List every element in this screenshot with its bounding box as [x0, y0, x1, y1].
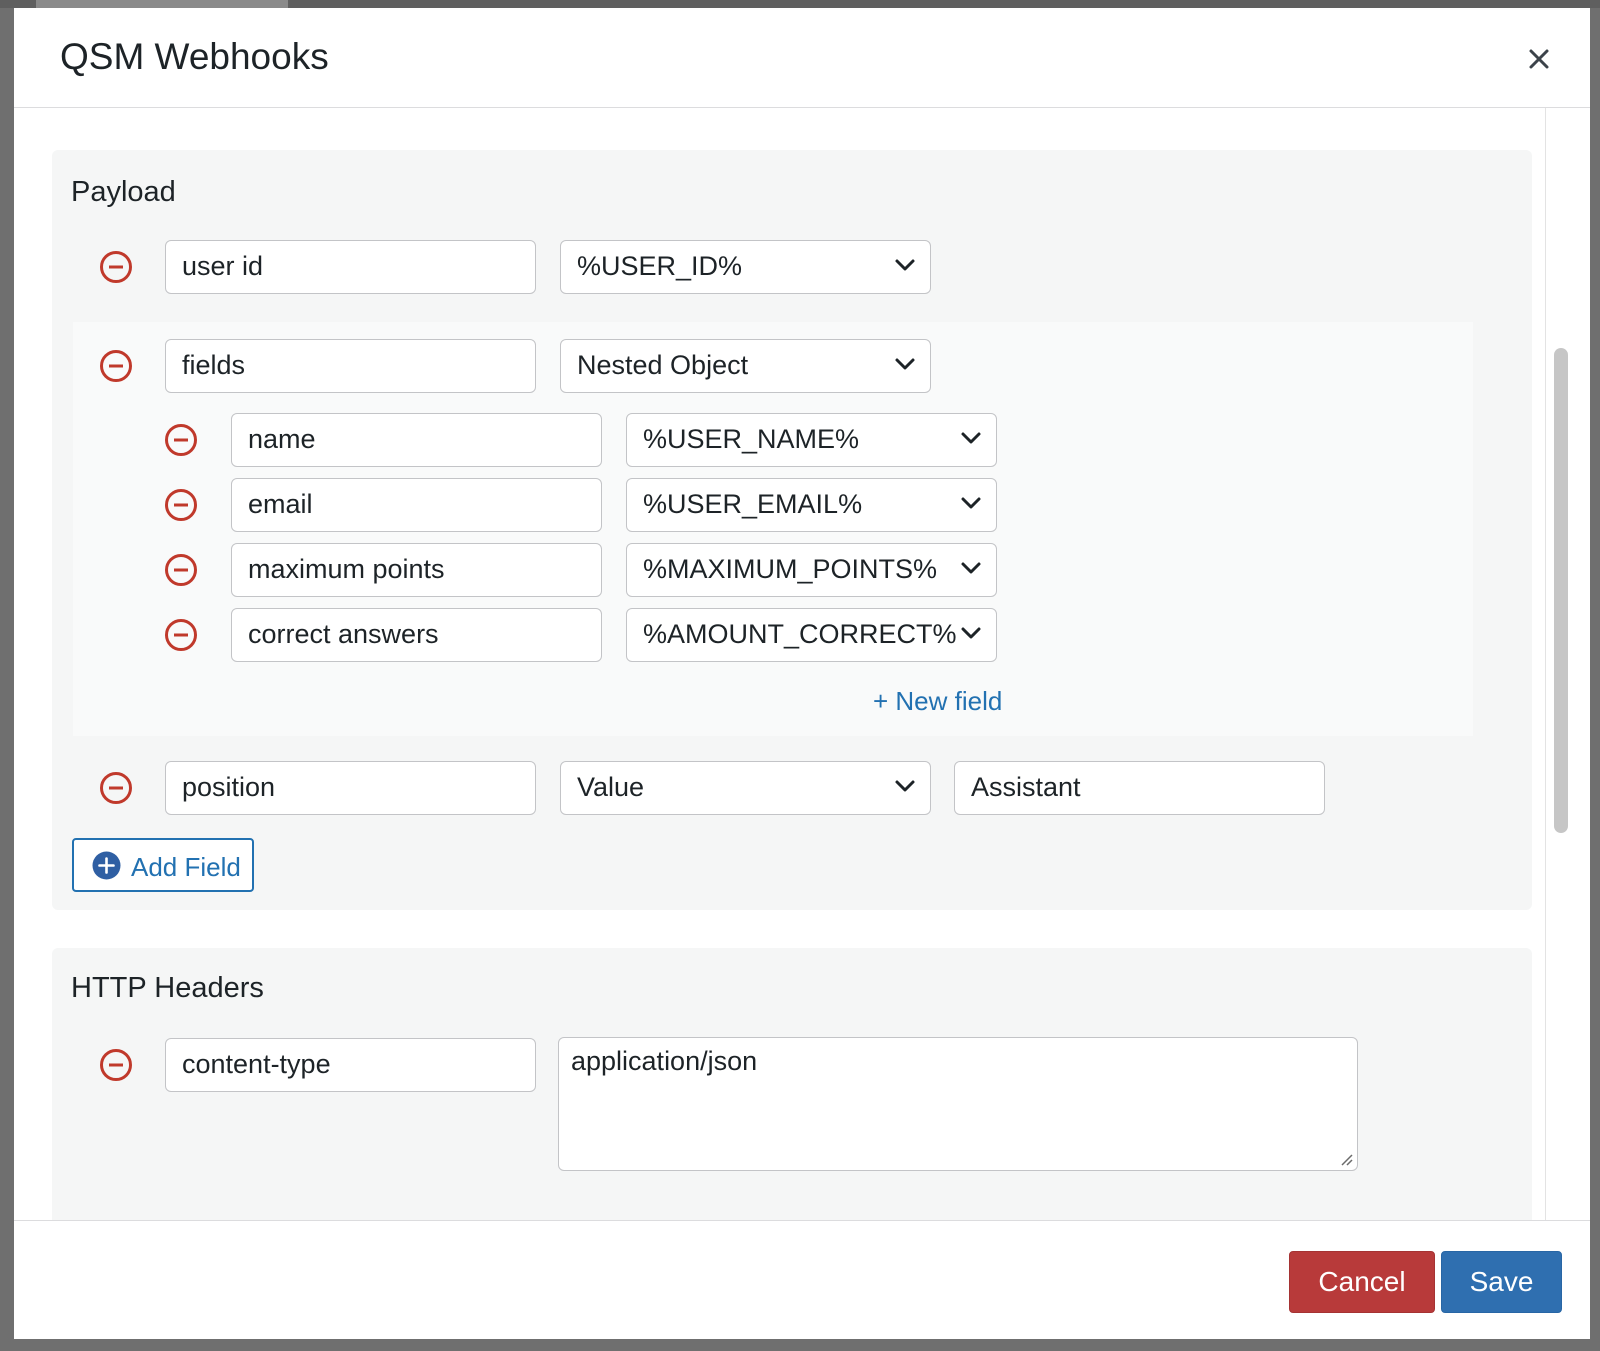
select-value: %USER_NAME% — [643, 424, 860, 454]
remove-icon[interactable] — [99, 349, 133, 383]
payload-key-input[interactable]: position — [165, 761, 536, 815]
payload-section: Payload user id %USER_ID% fields Nested … — [52, 150, 1532, 910]
remove-icon[interactable] — [164, 423, 198, 457]
cancel-button[interactable]: Cancel — [1289, 1251, 1435, 1313]
chevron-down-icon — [895, 780, 915, 792]
payload-type-select[interactable]: Value — [560, 761, 931, 815]
select-value: %USER_ID% — [577, 251, 743, 281]
select-value: Nested Object — [577, 350, 749, 380]
remove-icon[interactable] — [164, 618, 198, 652]
payload-type-select[interactable]: %USER_ID% — [560, 240, 931, 294]
header-value-textarea[interactable]: application/json — [558, 1037, 1358, 1171]
chevron-down-icon — [961, 432, 981, 444]
nested-type-select[interactable]: %USER_NAME% — [626, 413, 997, 467]
plus-circle-icon — [92, 851, 121, 880]
nested-key-input[interactable]: correct answers — [231, 608, 602, 662]
payload-value-input[interactable]: Assistant — [954, 761, 1325, 815]
close-button[interactable] — [1524, 44, 1554, 74]
background-tab — [36, 0, 288, 8]
payload-key-input[interactable]: user id — [165, 240, 536, 294]
modal-footer: Cancel Save — [14, 1220, 1590, 1339]
header-value-text: application/json — [571, 1046, 758, 1076]
nested-type-select[interactable]: %MAXIMUM_POINTS% — [626, 543, 997, 597]
nested-type-select[interactable]: %USER_EMAIL% — [626, 478, 997, 532]
chevron-down-icon — [961, 497, 981, 509]
select-value: %USER_EMAIL% — [643, 489, 863, 519]
payload-title: Payload — [71, 176, 176, 208]
http-headers-title: HTTP Headers — [71, 972, 264, 1004]
select-value: %AMOUNT_CORRECT% — [643, 619, 957, 649]
modal-title: QSM Webhooks — [60, 36, 329, 77]
webhooks-modal: QSM Webhooks Payload user id %USER_ID% f… — [14, 8, 1590, 1339]
http-headers-section: HTTP Headers content-type application/js… — [52, 948, 1532, 1228]
add-field-label: Add Field — [131, 852, 241, 882]
close-icon[interactable] — [1528, 48, 1550, 70]
remove-icon[interactable] — [164, 488, 198, 522]
payload-type-select[interactable]: Nested Object — [560, 339, 931, 393]
remove-icon[interactable] — [99, 771, 133, 805]
header-key-input[interactable]: content-type — [165, 1038, 536, 1092]
resize-grip-icon[interactable] — [1339, 1152, 1353, 1166]
nested-key-input[interactable]: email — [231, 478, 602, 532]
chevron-down-icon — [961, 562, 981, 574]
remove-icon[interactable] — [164, 553, 198, 587]
chevron-down-icon — [895, 259, 915, 271]
nested-key-input[interactable]: maximum points — [231, 543, 602, 597]
chevron-down-icon — [961, 627, 981, 639]
remove-icon[interactable] — [99, 250, 133, 284]
modal-header: QSM Webhooks — [14, 8, 1590, 108]
scrollbar-thumb[interactable] — [1554, 348, 1568, 833]
select-value: %MAXIMUM_POINTS% — [643, 554, 938, 584]
payload-key-input[interactable]: fields — [165, 339, 536, 393]
chevron-down-icon — [895, 358, 915, 370]
nested-type-select[interactable]: %AMOUNT_CORRECT% — [626, 608, 997, 662]
new-field-link[interactable]: + New field — [873, 686, 1002, 717]
save-button[interactable]: Save — [1441, 1251, 1562, 1313]
nested-key-input[interactable]: name — [231, 413, 602, 467]
add-field-button[interactable]: Add Field — [72, 838, 254, 892]
nested-object-group: fields Nested Object name %USER_NAME% em… — [73, 322, 1473, 736]
modal-body: Payload user id %USER_ID% fields Nested … — [14, 108, 1590, 1228]
remove-icon[interactable] — [99, 1048, 133, 1082]
select-value: Value — [577, 772, 645, 802]
